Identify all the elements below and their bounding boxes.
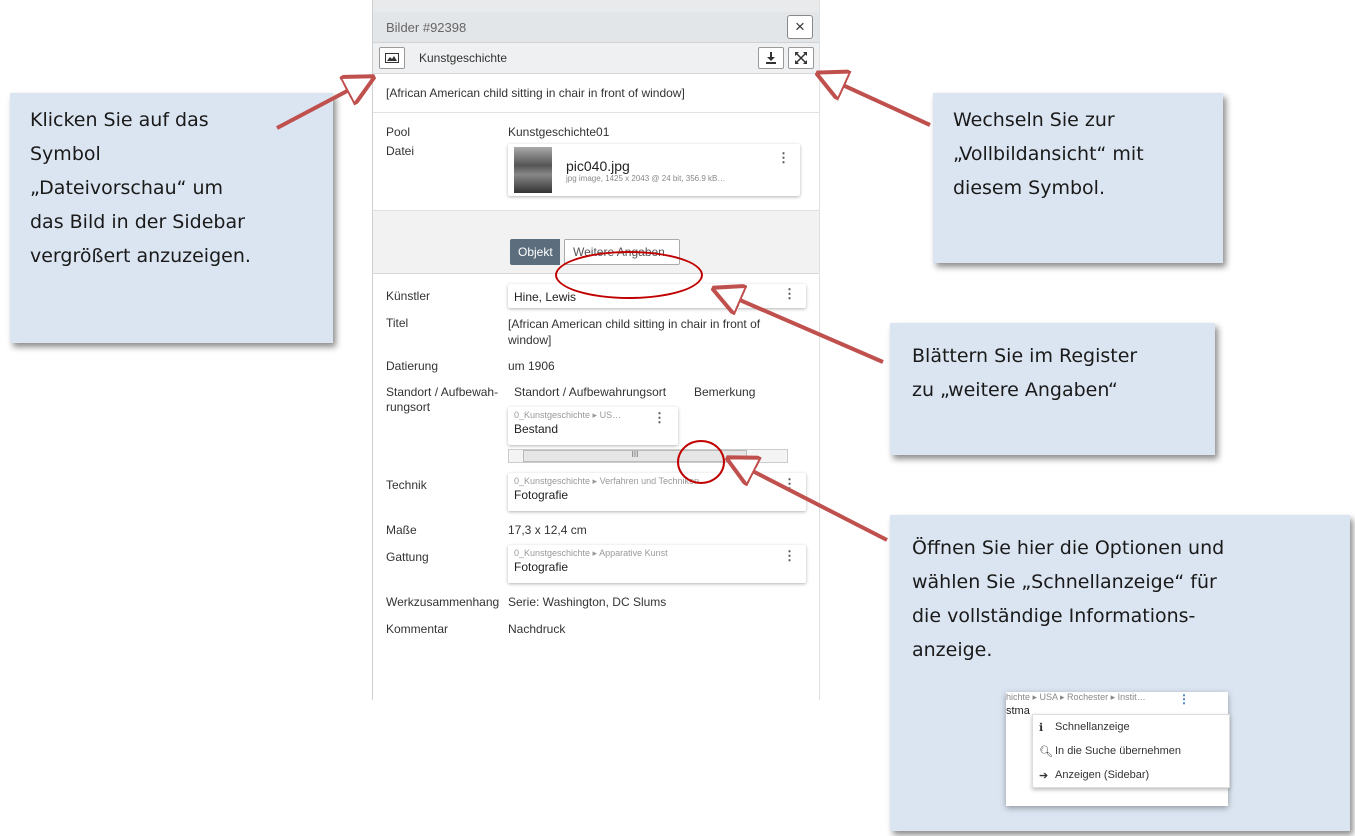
arrow-to-preview xyxy=(276,80,368,130)
annotation-arrows xyxy=(276,0,931,542)
arrow-to-kebab xyxy=(733,461,888,542)
arrow-to-tab xyxy=(719,291,884,364)
arrow-to-fullscreen xyxy=(823,76,931,127)
